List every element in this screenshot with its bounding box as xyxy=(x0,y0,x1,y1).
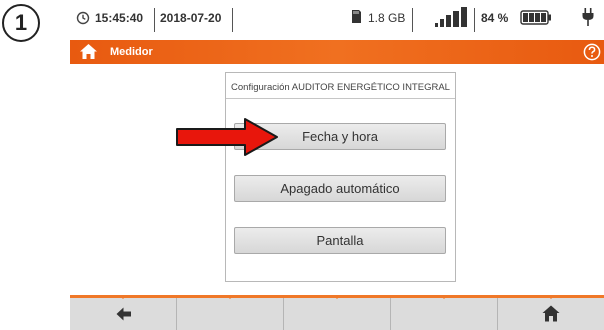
status-bar: 15:45:40 2018-07-20 1.8 GB 84 % xyxy=(70,0,604,36)
battery-icon xyxy=(520,10,552,25)
status-time: 15:45:40 xyxy=(95,11,144,25)
panel-divider xyxy=(226,98,455,99)
page-title: Medidor xyxy=(110,46,153,58)
bottom-toolbar xyxy=(70,295,604,330)
toolbar-slot-3[interactable] xyxy=(284,298,391,330)
back-arrow-icon xyxy=(116,307,132,326)
callout-arrow-icon xyxy=(175,117,279,162)
signal-bars-icon xyxy=(434,6,468,28)
toolbar-slot-4[interactable] xyxy=(391,298,498,330)
sd-card-icon xyxy=(350,9,362,24)
step-number-badge: 1 xyxy=(2,4,40,42)
back-button[interactable] xyxy=(70,298,177,330)
display-button[interactable]: Pantalla xyxy=(234,227,446,254)
auto-off-button[interactable]: Apagado automático xyxy=(234,175,446,202)
toolbar-slot-2[interactable] xyxy=(177,298,284,330)
clock-icon xyxy=(76,11,90,25)
home-button[interactable] xyxy=(498,298,604,330)
status-date: 2018-07-20 xyxy=(160,11,222,25)
title-bar: Medidor xyxy=(70,40,604,64)
settings-panel: Configuración AUDITOR ENERGÉTICO INTEGRA… xyxy=(225,72,456,282)
home-icon[interactable] xyxy=(79,43,98,63)
storage-value: 1.8 GB xyxy=(368,11,406,25)
battery-percent: 84 % xyxy=(481,11,509,25)
panel-title: Configuración AUDITOR ENERGÉTICO INTEGRA… xyxy=(231,82,450,93)
power-plug-icon xyxy=(582,8,594,26)
home-icon xyxy=(542,305,560,327)
help-icon[interactable] xyxy=(583,43,601,64)
